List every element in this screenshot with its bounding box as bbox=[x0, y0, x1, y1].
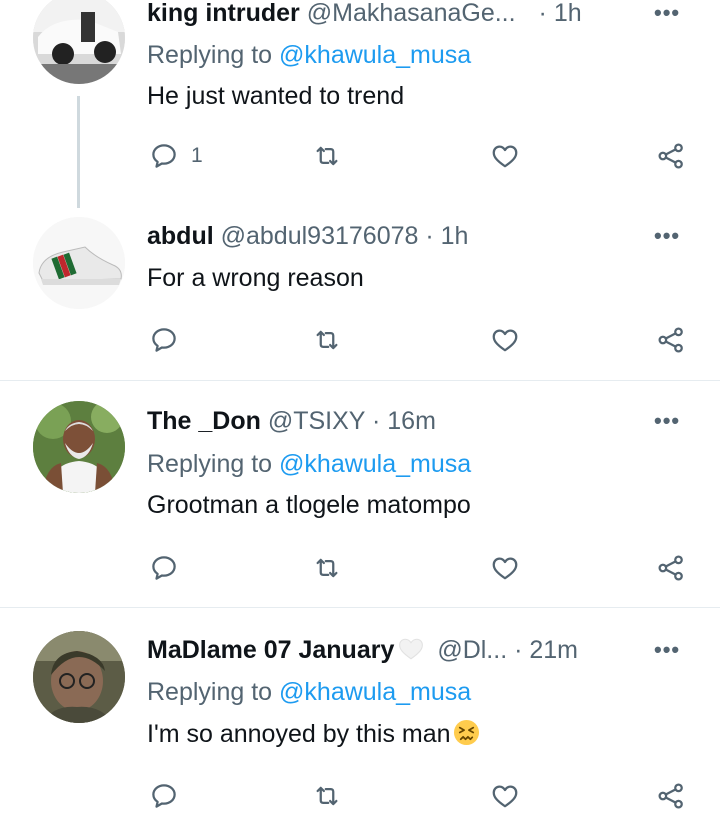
tweet-text: Grootman a tlogele matompo bbox=[147, 491, 471, 519]
more-icon[interactable]: ••• bbox=[654, 637, 680, 663]
reply-button[interactable]: 1 bbox=[149, 138, 203, 174]
timestamp[interactable]: 21m bbox=[529, 636, 578, 664]
user-handle[interactable]: @Dl... bbox=[437, 636, 507, 664]
user-handle[interactable]: @abdul93176078 bbox=[221, 222, 419, 250]
timestamp[interactable]: 1h bbox=[441, 222, 469, 250]
reply-button[interactable] bbox=[149, 550, 179, 586]
replying-prefix: Replying to bbox=[147, 41, 280, 69]
retweet-icon bbox=[316, 558, 338, 578]
tweet-actions: 1 bbox=[0, 138, 720, 174]
avatar-abdul[interactable] bbox=[33, 217, 125, 309]
display-name[interactable]: MaDlame 07 January bbox=[147, 636, 394, 664]
tweet-text: For a wrong reason bbox=[147, 264, 364, 292]
like-button[interactable] bbox=[490, 550, 520, 586]
share-button[interactable] bbox=[656, 322, 686, 358]
tweet-header: abdul @abdul93176078 · 1h bbox=[147, 221, 468, 251]
more-icon[interactable]: ••• bbox=[654, 0, 680, 26]
replying-to: Replying to @khawula_musa bbox=[147, 40, 471, 70]
replying-prefix: Replying to bbox=[147, 678, 280, 706]
share-button[interactable] bbox=[656, 138, 686, 174]
like-button[interactable] bbox=[490, 322, 520, 358]
separator-dot: · bbox=[425, 222, 434, 250]
like-icon bbox=[492, 557, 518, 580]
display-name[interactable]: king intruder bbox=[147, 0, 300, 27]
tweet-text: He just wanted to trend bbox=[147, 82, 405, 110]
replying-prefix: Replying to bbox=[147, 450, 280, 478]
like-button[interactable] bbox=[490, 778, 520, 814]
share-icon bbox=[658, 783, 683, 809]
tweet-1[interactable]: king intruder @MakhasanaGe... · 1h ••• R… bbox=[0, 0, 720, 215]
tweet-actions bbox=[0, 322, 720, 358]
avatar-madlame[interactable] bbox=[33, 631, 125, 723]
user-handle[interactable]: @MakhasanaGe... bbox=[307, 0, 516, 27]
tweet-actions bbox=[0, 550, 720, 586]
reply-button[interactable] bbox=[149, 778, 179, 814]
replying-to: Replying to @khawula_musa bbox=[147, 449, 471, 479]
user-handle[interactable]: @TSIXY bbox=[268, 407, 365, 435]
more-icon[interactable]: ••• bbox=[654, 223, 680, 249]
retweet-icon bbox=[316, 146, 338, 166]
share-button[interactable] bbox=[656, 778, 686, 814]
mention-link[interactable]: @khawula_musa bbox=[279, 678, 471, 706]
replying-to: Replying to @khawula_musa bbox=[147, 677, 471, 707]
retweet-button[interactable] bbox=[312, 322, 342, 358]
separator-dot: · bbox=[371, 407, 381, 435]
retweet-icon bbox=[316, 330, 338, 350]
display-name[interactable]: The _Don bbox=[147, 407, 261, 435]
like-button[interactable] bbox=[490, 138, 520, 174]
like-icon bbox=[492, 785, 518, 808]
reply-icon bbox=[152, 328, 176, 352]
like-icon bbox=[492, 145, 518, 168]
share-icon bbox=[658, 143, 683, 169]
avatar-king-intruder[interactable] bbox=[33, 0, 125, 84]
tweet-actions bbox=[0, 778, 720, 814]
tweet-header: The _Don @TSIXY · 16m bbox=[147, 406, 436, 436]
reply-button[interactable] bbox=[149, 322, 179, 358]
tweet-3[interactable]: The _Don @TSIXY · 16m ••• Replying to @k… bbox=[0, 381, 720, 607]
tweet-2[interactable]: abdul @abdul93176078 · 1h ••• For a wron… bbox=[0, 215, 720, 380]
share-button[interactable] bbox=[656, 550, 686, 586]
retweet-button[interactable] bbox=[312, 778, 342, 814]
persevering-face-emoji bbox=[453, 719, 479, 746]
retweet-button[interactable] bbox=[312, 138, 342, 174]
reply-icon bbox=[152, 556, 176, 580]
separator-dot: · bbox=[538, 0, 547, 27]
mention-link[interactable]: @khawula_musa bbox=[279, 41, 471, 69]
timestamp[interactable]: 1h bbox=[554, 0, 582, 27]
reply-icon bbox=[152, 144, 176, 168]
separator-dot: · bbox=[514, 636, 523, 664]
tweet-text: I'm so annoyed by this man bbox=[147, 719, 480, 749]
share-icon bbox=[658, 327, 683, 353]
tweet-text-content: I'm so annoyed by this man bbox=[147, 720, 451, 748]
reply-icon bbox=[152, 784, 176, 808]
tweet-4[interactable]: MaDlame 07 January @Dl... · 21m ••• Repl… bbox=[0, 608, 720, 833]
timestamp[interactable]: 16m bbox=[387, 407, 436, 435]
mention-link[interactable]: @khawula_musa bbox=[279, 450, 471, 478]
reply-count: 1 bbox=[191, 144, 203, 167]
tweet-header: king intruder @MakhasanaGe... · 1h bbox=[147, 0, 582, 28]
white-heart-emoji bbox=[399, 638, 424, 660]
retweet-icon bbox=[316, 786, 338, 806]
like-icon bbox=[492, 329, 518, 352]
more-icon[interactable]: ••• bbox=[654, 408, 680, 434]
share-icon bbox=[658, 555, 683, 581]
retweet-button[interactable] bbox=[312, 550, 342, 586]
display-name[interactable]: abdul bbox=[147, 222, 214, 250]
tweet-header: MaDlame 07 January @Dl... · 21m bbox=[147, 635, 578, 665]
avatar-the-don[interactable] bbox=[33, 401, 125, 493]
